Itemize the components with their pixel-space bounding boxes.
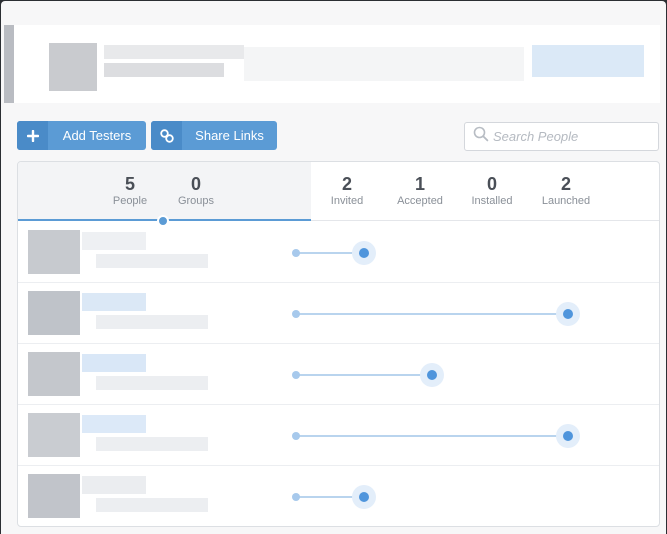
tester-row[interactable] — [18, 405, 659, 466]
testers-panel: 5 People 0 Groups 2 Invited 1 Accepted 0… — [17, 161, 660, 527]
stat-invited-value: 2 — [341, 174, 352, 194]
search-icon — [473, 126, 489, 147]
progress-track — [296, 313, 568, 315]
redacted-tester-email — [96, 498, 208, 512]
redacted-tester-email — [96, 254, 208, 268]
stat-groups-value: 0 — [190, 174, 201, 194]
share-links-button[interactable]: Share Links — [151, 121, 277, 150]
stat-accepted-label: Accepted — [397, 195, 443, 207]
tester-row[interactable] — [18, 466, 659, 526]
search-input[interactable] — [493, 129, 653, 144]
stat-people[interactable]: 5 People — [110, 174, 150, 208]
tester-row[interactable] — [18, 344, 659, 405]
redacted-tester-name — [82, 415, 146, 433]
redacted-tester-email — [96, 437, 208, 451]
people-groups-tab[interactable] — [18, 162, 311, 221]
stat-installed[interactable]: 0 Installed — [464, 174, 520, 208]
progress-knob-dot — [427, 370, 437, 380]
progress-knob-dot — [359, 248, 369, 258]
redacted-tester-email — [96, 315, 208, 329]
progress-track — [296, 435, 568, 437]
header-edge — [4, 25, 14, 103]
progress-start-dot — [292, 432, 300, 440]
redacted-tester-name — [82, 476, 146, 494]
stat-accepted[interactable]: 1 Accepted — [390, 174, 450, 208]
redacted-tester-name — [82, 293, 146, 311]
plus-icon — [17, 121, 48, 150]
stat-installed-label: Installed — [471, 195, 513, 207]
tester-row[interactable] — [18, 283, 659, 344]
redacted-header-action — [532, 45, 644, 77]
progress-start-dot — [292, 310, 300, 318]
progress-knob — [556, 302, 580, 326]
add-testers-button[interactable]: Add Testers — [17, 121, 146, 150]
redacted-tester-email — [96, 376, 208, 390]
link-icon — [151, 121, 182, 150]
progress-knob — [352, 485, 376, 509]
progress-knob-dot — [563, 431, 573, 441]
progress-start-dot — [292, 493, 300, 501]
stat-installed-value: 0 — [486, 174, 497, 194]
stat-launched-label: Launched — [541, 195, 591, 207]
redacted-app-icon — [49, 43, 97, 91]
progress-start-dot — [292, 249, 300, 257]
stat-invited-label: Invited — [330, 195, 364, 207]
progress-knob — [556, 424, 580, 448]
stat-accepted-value: 1 — [414, 174, 425, 194]
app-header — [4, 25, 660, 103]
redacted-tester-name — [82, 232, 146, 250]
stat-launched[interactable]: 2 Launched — [534, 174, 598, 208]
redacted-avatar — [28, 413, 80, 457]
redacted-header-detail — [244, 47, 524, 81]
redacted-app-subtitle — [104, 63, 224, 77]
stat-people-value: 5 — [124, 174, 135, 194]
stat-invited[interactable]: 2 Invited — [323, 174, 371, 208]
tester-row[interactable] — [18, 222, 659, 283]
stat-groups-label: Groups — [177, 195, 215, 207]
redacted-avatar — [28, 474, 80, 518]
redacted-app-name — [104, 45, 244, 59]
stat-launched-value: 2 — [560, 174, 571, 194]
progress-track — [296, 374, 432, 376]
stat-people-label: People — [112, 195, 148, 207]
app-window: Add Testers Share Links 5 People — [1, 1, 666, 534]
stats-bar: 5 People 0 Groups 2 Invited 1 Accepted 0… — [18, 162, 659, 221]
progress-knob — [420, 363, 444, 387]
search-box[interactable] — [464, 122, 659, 151]
add-testers-label: Add Testers — [62, 128, 132, 143]
redacted-tester-name — [82, 354, 146, 372]
progress-knob — [352, 241, 376, 265]
progress-knob-dot — [563, 309, 573, 319]
redacted-avatar — [28, 230, 80, 274]
redacted-avatar — [28, 352, 80, 396]
redacted-avatar — [28, 291, 80, 335]
progress-knob-dot — [359, 492, 369, 502]
stat-groups[interactable]: 0 Groups — [172, 174, 220, 208]
progress-start-dot — [292, 371, 300, 379]
share-links-label: Share Links — [195, 128, 264, 143]
